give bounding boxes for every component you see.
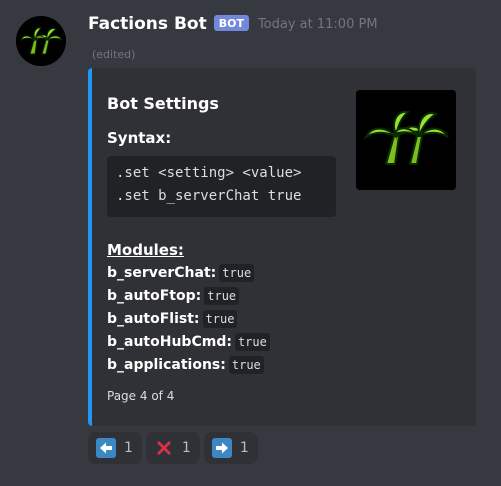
- palm-trees-logo-icon: [16, 16, 66, 66]
- code-line: .set <setting> <value>: [116, 165, 302, 181]
- reaction-count: 1: [181, 440, 191, 456]
- syntax-code-block: .set <setting> <value> .set b_serverChat…: [107, 156, 336, 217]
- modules-label: Modules:: [107, 241, 184, 259]
- palm-trees-logo-icon: [356, 90, 456, 190]
- avatar[interactable]: [16, 16, 66, 66]
- module-key: b_autoFtop:: [107, 288, 202, 304]
- code-line: .set b_serverChat true: [116, 188, 302, 204]
- reactions-bar: 1 1 1: [88, 432, 258, 464]
- module-key: b_serverChat:: [107, 265, 217, 281]
- bot-tag: BOT: [213, 15, 249, 31]
- reaction-count: 1: [124, 440, 133, 456]
- cross-mark-icon: [154, 438, 174, 458]
- reaction-arrow-left[interactable]: 1: [88, 432, 142, 464]
- embed-thumbnail[interactable]: [356, 90, 456, 190]
- module-row: b_autoFlist: true: [107, 310, 238, 328]
- module-row: b_serverChat: true: [107, 264, 255, 282]
- module-key: b_applications:: [107, 357, 226, 373]
- reaction-arrow-right[interactable]: 1: [203, 432, 258, 464]
- module-value: true: [234, 333, 270, 351]
- module-value: true: [202, 310, 238, 328]
- embed-footer: Page 4 of 4: [107, 389, 175, 403]
- embed-accent-bar: [88, 68, 92, 426]
- reaction-count: 1: [239, 440, 249, 456]
- message-header: Factions Bot BOT Today at 11:00 PM: [88, 14, 378, 34]
- embed-card: Bot Settings Syntax: .set <setting> <val…: [88, 68, 476, 426]
- module-row: b_applications: true: [107, 356, 264, 374]
- arrow-left-icon: [96, 438, 116, 458]
- edited-indicator: (edited): [92, 48, 136, 61]
- module-row: b_autoFtop: true: [107, 287, 240, 305]
- reaction-cross-mark[interactable]: 1: [145, 432, 200, 464]
- module-key: b_autoHubCmd:: [107, 334, 232, 350]
- message-timestamp[interactable]: Today at 11:00 PM: [258, 17, 378, 32]
- module-value: true: [204, 287, 240, 305]
- module-key: b_autoFlist:: [107, 311, 200, 327]
- embed-title: Bot Settings: [107, 94, 219, 113]
- arrow-right-icon: [211, 438, 232, 458]
- syntax-label: Syntax:: [107, 129, 172, 147]
- module-value: true: [219, 264, 255, 282]
- module-value: true: [228, 356, 264, 374]
- author-name[interactable]: Factions Bot: [88, 14, 207, 34]
- module-row: b_autoHubCmd: true: [107, 333, 270, 351]
